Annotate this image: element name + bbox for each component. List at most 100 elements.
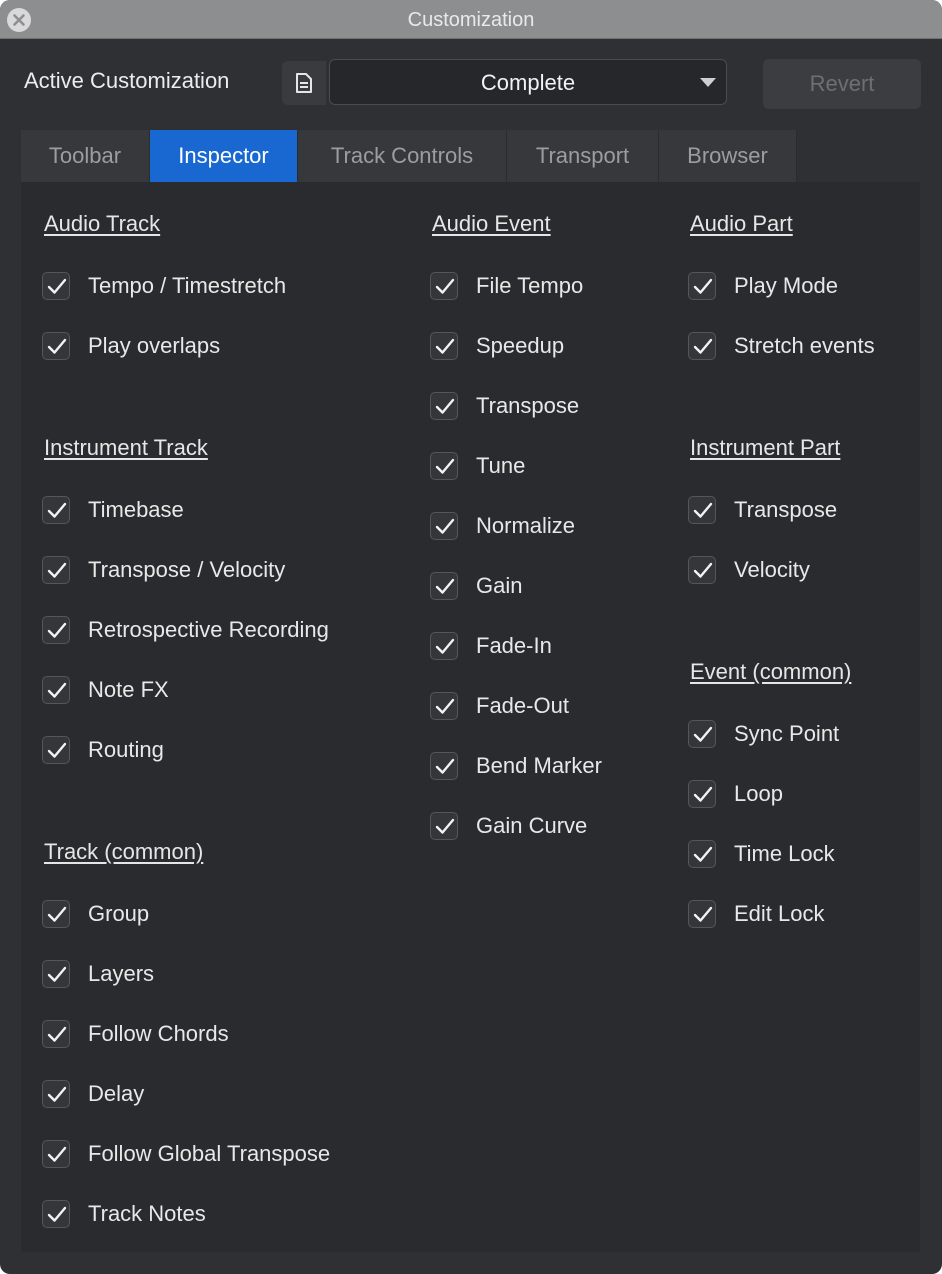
checkbox[interactable] — [688, 720, 716, 748]
tab-browser[interactable]: Browser — [659, 130, 797, 182]
checkmark-icon — [693, 906, 713, 922]
checkbox-label: Play overlaps — [88, 333, 221, 358]
checkbox-label: Note FX — [88, 677, 169, 702]
checkbox-label: Gain — [476, 573, 523, 598]
checkmark-icon — [693, 562, 713, 578]
checkbox-label: Normalize — [476, 513, 576, 538]
checkbox-label: Transpose / Velocity — [88, 557, 286, 582]
checkmark-icon — [435, 398, 455, 414]
checkmark-icon — [693, 502, 713, 518]
checkbox[interactable] — [430, 632, 458, 660]
checkbox[interactable] — [42, 272, 70, 300]
checkmark-icon — [435, 758, 455, 774]
heading-audio-track[interactable]: Audio Track — [44, 209, 160, 239]
checkbox[interactable] — [430, 272, 458, 300]
checkbox[interactable] — [42, 736, 70, 764]
checkbox[interactable] — [42, 496, 70, 524]
checkmark-icon — [47, 966, 67, 982]
checkbox[interactable] — [430, 512, 458, 540]
checkbox[interactable] — [430, 692, 458, 720]
tab-track-controls[interactable]: Track Controls — [298, 130, 507, 182]
checkmark-icon — [435, 698, 455, 714]
checkbox[interactable] — [42, 1140, 70, 1168]
heading-event-common[interactable]: Event (common) — [690, 657, 851, 687]
checkbox[interactable] — [430, 332, 458, 360]
checkbox[interactable] — [430, 452, 458, 480]
checkbox-label: Tune — [476, 453, 526, 478]
checkmark-icon — [693, 338, 713, 354]
checkbox[interactable] — [688, 556, 716, 584]
checkbox-label: Retrospective Recording — [88, 617, 329, 642]
heading-instrument-part[interactable]: Instrument Part — [690, 433, 840, 463]
document-icon — [296, 73, 312, 93]
checkbox[interactable] — [42, 556, 70, 584]
tab-inspector[interactable]: Inspector — [150, 130, 298, 182]
checkmark-icon — [435, 638, 455, 654]
checkmark-icon — [47, 682, 67, 698]
checkbox-label: Speedup — [476, 333, 565, 358]
checkbox[interactable] — [430, 572, 458, 600]
checkbox-label: Timebase — [88, 497, 184, 522]
checkbox[interactable] — [42, 616, 70, 644]
checkbox-label: Tempo / Timestretch — [88, 273, 287, 298]
checkmark-icon — [435, 578, 455, 594]
checkbox[interactable] — [688, 780, 716, 808]
checkbox[interactable] — [42, 960, 70, 988]
checkbox[interactable] — [42, 332, 70, 360]
checkbox-label: Velocity — [734, 557, 810, 582]
checkbox[interactable] — [688, 840, 716, 868]
checkbox[interactable] — [688, 900, 716, 928]
checkbox-label: Sync Point — [734, 721, 840, 746]
checkmark-icon — [435, 338, 455, 354]
revert-button[interactable]: Revert — [763, 59, 921, 109]
checkbox-label: Bend Marker — [476, 753, 602, 778]
checkmark-icon — [47, 338, 67, 354]
checkbox-label: Edit Lock — [734, 901, 825, 926]
checkmark-icon — [47, 742, 67, 758]
checkbox-label: Play Mode — [734, 273, 838, 298]
file-button[interactable] — [282, 61, 326, 105]
checkbox[interactable] — [688, 332, 716, 360]
checkmark-icon — [47, 1206, 67, 1222]
chevron-down-icon — [700, 78, 716, 87]
checkbox[interactable] — [688, 496, 716, 524]
heading-audio-event[interactable]: Audio Event — [432, 209, 551, 239]
checkbox[interactable] — [42, 1200, 70, 1228]
checkmark-icon — [435, 818, 455, 834]
checkmark-icon — [693, 278, 713, 294]
checkmark-icon — [47, 502, 67, 518]
checkbox-label: Group — [88, 901, 150, 926]
customization-select-value: Complete — [480, 70, 576, 95]
heading-track-common[interactable]: Track (common) — [44, 837, 203, 867]
checkbox-label: Follow Global Transpose — [88, 1141, 331, 1166]
customization-select[interactable]: Complete — [329, 59, 727, 105]
checkmark-icon — [435, 518, 455, 534]
tab-toolbar[interactable]: Toolbar — [21, 130, 150, 182]
checkmark-icon — [47, 562, 67, 578]
checkbox[interactable] — [42, 676, 70, 704]
checkbox[interactable] — [42, 1020, 70, 1048]
checkbox[interactable] — [430, 812, 458, 840]
checkbox-label: Layers — [88, 961, 155, 986]
checkbox-label: Stretch events — [734, 333, 875, 358]
checkbox[interactable] — [42, 1080, 70, 1108]
checkbox-label: Loop — [734, 781, 783, 806]
checkbox[interactable] — [42, 900, 70, 928]
heading-audio-part[interactable]: Audio Part — [690, 209, 793, 239]
checkmark-icon — [47, 278, 67, 294]
window-title: Customization — [407, 9, 535, 31]
checkmark-icon — [693, 846, 713, 862]
checkbox-label: Delay — [88, 1081, 145, 1106]
checkbox-label: Gain Curve — [476, 813, 588, 838]
heading-instrument-track[interactable]: Instrument Track — [44, 433, 208, 463]
customization-window: Customization Active Customization Compl… — [0, 0, 942, 1274]
checkmark-icon — [47, 1146, 67, 1162]
checkbox[interactable] — [430, 752, 458, 780]
checkbox[interactable] — [688, 272, 716, 300]
checkbox-label: Follow Chords — [88, 1021, 229, 1046]
checkbox-label: File Tempo — [476, 273, 584, 298]
checkbox-label: Fade-In — [476, 633, 552, 658]
checkbox[interactable] — [430, 392, 458, 420]
tab-transport[interactable]: Transport — [507, 130, 659, 182]
checkbox-label: Track Notes — [88, 1201, 206, 1226]
